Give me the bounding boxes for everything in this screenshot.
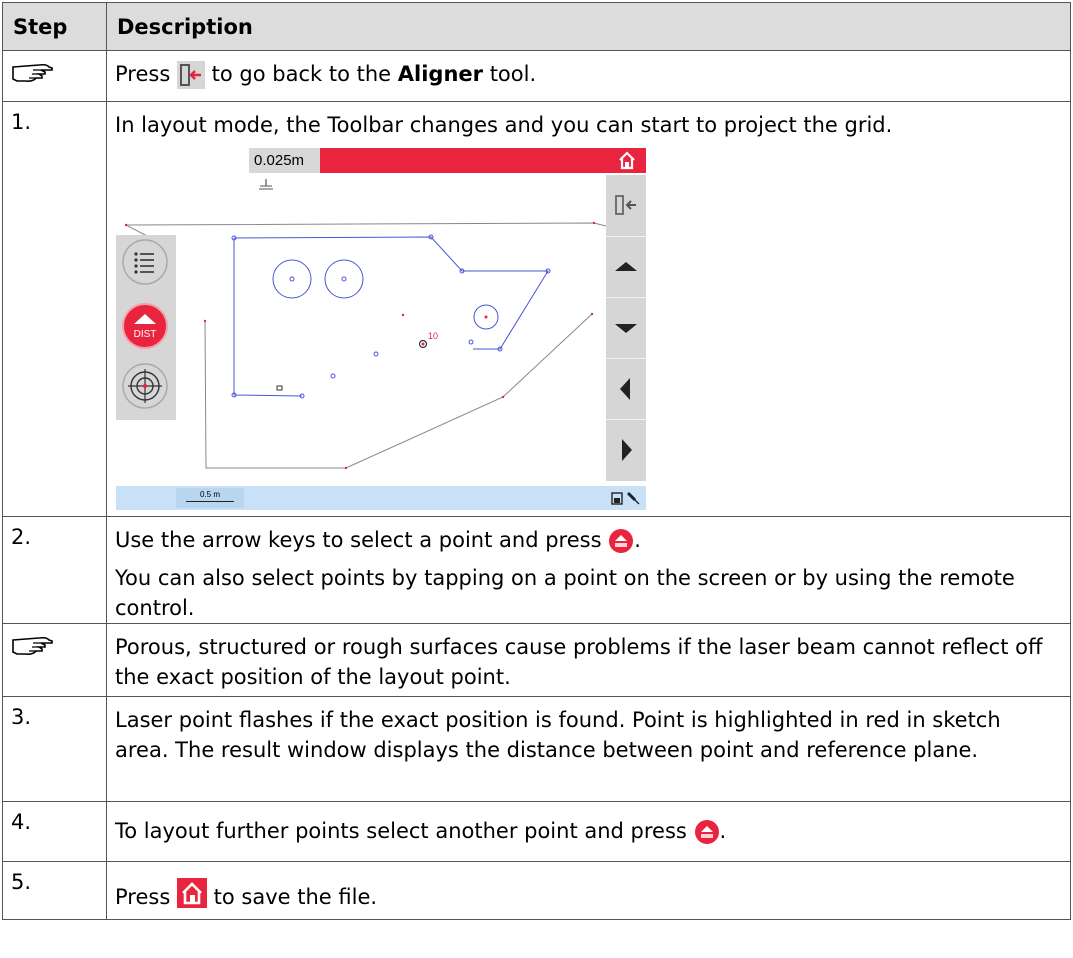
hint-back-cell: Press to go back to the Aligner tool. xyxy=(106,50,1071,102)
down-arrow-icon xyxy=(615,324,637,333)
left-toolbar: DIST xyxy=(116,235,176,420)
table-row: 3. Laser point flashes if the exact posi… xyxy=(2,696,1071,802)
result-bar xyxy=(320,148,608,173)
step-description: Laser point flashes if the exact positio… xyxy=(106,696,1071,802)
exit-button[interactable] xyxy=(606,175,646,235)
top-toolbar: 0.025m xyxy=(116,148,646,190)
table-row: Porous, structured or rough surfaces cau… xyxy=(2,623,1071,697)
svg-text:DIST: DIST xyxy=(134,329,157,340)
home-button[interactable] xyxy=(608,148,646,173)
step-description: Press to save the file. xyxy=(106,861,1071,920)
table-row: 5. Press to save the file. xyxy=(2,861,1071,920)
reference-plane-icon xyxy=(259,179,273,190)
home-icon xyxy=(619,151,635,170)
step-number: 1. xyxy=(2,101,107,517)
up-arrow-icon xyxy=(615,262,637,271)
header-step: Step xyxy=(2,2,107,51)
step-number: 3. xyxy=(2,696,107,802)
scale-bar: 0.5 m xyxy=(176,488,244,508)
exit-icon xyxy=(615,195,636,215)
right-toolbar xyxy=(606,175,646,481)
hand-pointer-icon xyxy=(12,63,53,82)
down-button[interactable] xyxy=(606,297,646,358)
distance-readout: 0.025m xyxy=(249,148,320,190)
step-description: To layout further points select another … xyxy=(106,801,1071,862)
table-row: 1. In layout mode, the Toolbar changes a… xyxy=(2,101,1071,517)
hint-step-cell xyxy=(2,623,107,697)
left-arrow-icon xyxy=(620,378,630,400)
step-text: In layout mode, the Toolbar changes and … xyxy=(115,113,893,137)
left-button[interactable] xyxy=(606,358,646,419)
dist-icon xyxy=(694,820,719,844)
device-screenshot: 10 0.025m DIST 0.5 m xyxy=(116,148,646,510)
hint-step-cell xyxy=(2,50,107,102)
table-row: Press to go back to the Aligner tool. xyxy=(2,50,1071,102)
step-number: 2. xyxy=(2,516,107,624)
dist-button[interactable]: DIST xyxy=(116,297,176,357)
hint-text: Porous, structured or rough surfaces cau… xyxy=(106,623,1071,697)
dist-icon xyxy=(609,529,634,553)
right-arrow-icon xyxy=(622,439,632,461)
right-button[interactable] xyxy=(606,419,646,482)
home-icon xyxy=(176,878,207,908)
up-button[interactable] xyxy=(606,236,646,297)
step-number: 4. xyxy=(2,801,107,862)
step-description: Use the arrow keys to select a point and… xyxy=(106,516,1071,624)
list-button[interactable] xyxy=(116,235,176,295)
svg-text:10: 10 xyxy=(428,331,438,341)
header-description: Description xyxy=(106,2,1071,51)
step-number: 5. xyxy=(2,861,107,920)
laser-icon xyxy=(626,491,640,505)
battery-icon xyxy=(611,492,623,505)
steps-table: Step Description Press to go back to the… xyxy=(2,2,1071,920)
table-header-row: Step Description xyxy=(2,2,1071,51)
table-row: 2. Use the arrow keys to select a point … xyxy=(2,516,1071,624)
hand-pointer-icon xyxy=(12,636,53,655)
exit-icon xyxy=(176,61,205,89)
sketch-area: 10 xyxy=(124,221,607,470)
table-row: 4. To layout further points select anoth… xyxy=(2,801,1071,862)
step-description: In layout mode, the Toolbar changes and … xyxy=(106,101,1071,517)
target-button[interactable] xyxy=(116,359,176,419)
